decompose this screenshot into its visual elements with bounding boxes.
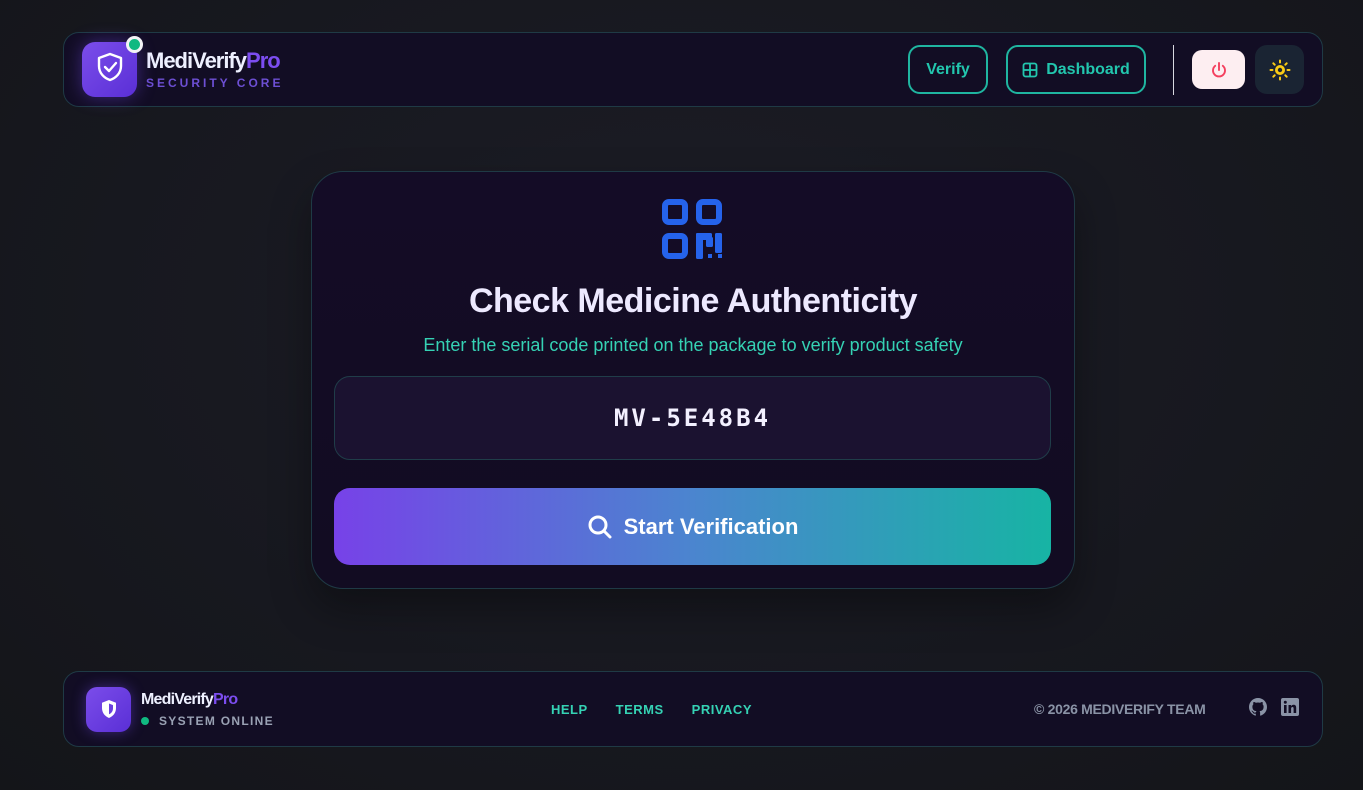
page-subtitle: Enter the serial code printed on the pac…: [423, 335, 963, 355]
footer-logo: [86, 686, 131, 732]
nav-actions: Verify Dashboard: [908, 44, 1304, 95]
qr-code-icon: [662, 199, 724, 266]
terms-link[interactable]: TERMS: [616, 702, 664, 717]
brand: MediVerifyPro SECURITY CORE: [146, 49, 284, 91]
start-verification-button[interactable]: Start Verification: [334, 488, 1051, 565]
brand-tagline: SECURITY CORE: [146, 76, 284, 90]
logout-button[interactable]: [1192, 50, 1245, 89]
brand-name: MediVerifyPro: [146, 49, 283, 73]
verify-button[interactable]: Verify: [908, 45, 988, 94]
search-icon: [587, 514, 624, 540]
verification-card: Check Medicine Authenticity Enter the se…: [311, 171, 1075, 589]
top-navbar: MediVerifyPro SECURITY CORE Verify Dashb…: [63, 32, 1323, 107]
app-logo[interactable]: [82, 36, 143, 97]
sun-icon: [1269, 59, 1291, 81]
copyright: © 2026 MEDIVERIFY TEAM: [1034, 701, 1206, 717]
power-icon: [1210, 61, 1228, 79]
theme-toggle-button[interactable]: [1255, 45, 1304, 94]
status-dot: [141, 716, 149, 725]
social-links: [1248, 697, 1312, 717]
footer: MediVerifyPro SYSTEM ONLINE HELP TERMS P…: [63, 671, 1323, 747]
grid-icon: [1022, 62, 1046, 78]
start-verification-label: Start Verification: [623, 513, 799, 539]
dashboard-button[interactable]: Dashboard: [1006, 45, 1146, 94]
footer-brand: MediVerifyPro SYSTEM ONLINE: [141, 691, 274, 728]
footer-links: HELP TERMS PRIVACY: [551, 672, 780, 746]
help-link[interactable]: HELP: [551, 702, 588, 717]
footer-brand-suffix: Pro: [213, 690, 238, 708]
github-icon[interactable]: [1248, 697, 1268, 717]
shield-check-icon: [96, 52, 124, 87]
footer-brand-name: MediVerifyPro: [141, 691, 274, 709]
linkedin-icon[interactable]: [1280, 697, 1300, 717]
brand-name-suffix: Pro: [246, 48, 281, 73]
nav-divider: [1173, 44, 1174, 95]
serial-code-input[interactable]: [334, 376, 1051, 460]
shield-icon: [100, 699, 118, 719]
footer-brand-main: MediVerify: [141, 690, 214, 708]
verify-button-label: Verify: [926, 60, 970, 78]
dashboard-button-label: Dashboard: [1046, 60, 1130, 78]
system-status-text: SYSTEM ONLINE: [159, 713, 274, 728]
online-indicator: [126, 36, 143, 53]
system-status: SYSTEM ONLINE: [141, 714, 274, 728]
privacy-link[interactable]: PRIVACY: [692, 702, 752, 717]
brand-name-main: MediVerify: [146, 48, 247, 73]
page-title: Check Medicine Authenticity: [468, 282, 918, 320]
